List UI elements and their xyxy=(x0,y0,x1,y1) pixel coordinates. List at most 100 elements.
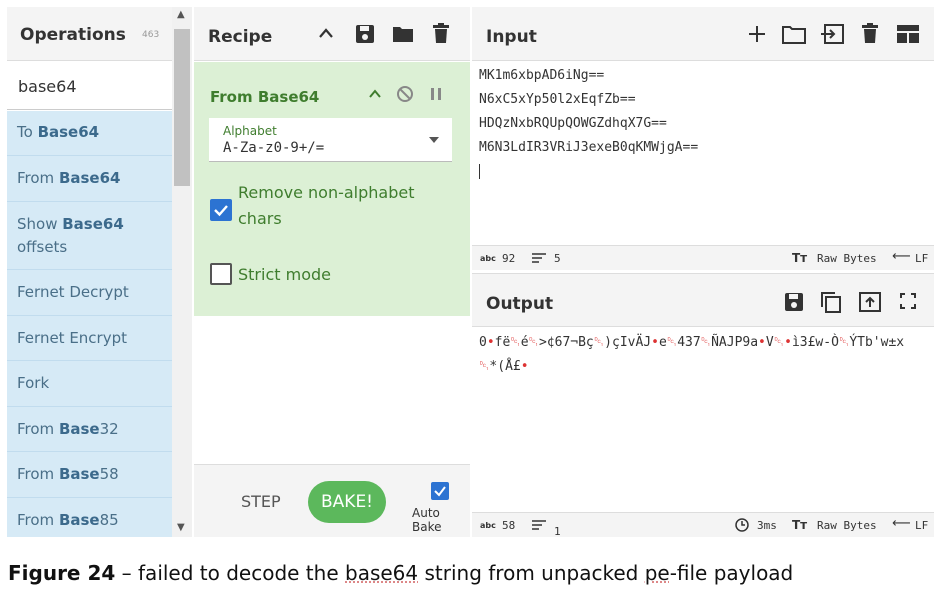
trash-icon[interactable] xyxy=(432,23,450,44)
alphabet-value: A-Za-z0-9+/= xyxy=(223,140,325,156)
open-folder-icon[interactable] xyxy=(782,25,806,44)
remove-non-alphabet-label-1: Remove non-alphabet xyxy=(238,183,415,202)
scroll-thumb[interactable] xyxy=(174,29,190,186)
recipe-panel: Recipe From Base64 Alphabet A-Za-z0-9+/=… xyxy=(194,7,470,537)
op-from-base85[interactable]: From Base85 xyxy=(7,498,172,537)
copy-output-icon[interactable] xyxy=(820,291,842,313)
auto-bake-label: Auto Bake xyxy=(412,506,442,534)
strict-mode-label: Strict mode xyxy=(238,265,331,284)
clear-input-icon[interactable] xyxy=(861,23,879,44)
alphabet-select[interactable]: Alphabet A-Za-z0-9+/= xyxy=(209,118,452,162)
op-label-bold: Base xyxy=(58,511,100,529)
dropdown-caret-icon xyxy=(429,137,439,143)
op-fernet-decrypt[interactable]: Fernet Decrypt xyxy=(7,270,172,316)
checkmark-icon xyxy=(214,205,228,217)
auto-bake-checkbox[interactable] xyxy=(431,482,449,500)
op-label: Fernet Decrypt xyxy=(17,283,129,301)
open-file-icon[interactable] xyxy=(820,24,844,44)
op-label-bold: Base64 xyxy=(58,169,121,187)
step-button[interactable]: STEP xyxy=(241,492,281,511)
lines-icon xyxy=(532,253,546,263)
output-line-2: ␑*(Å£• xyxy=(479,359,529,374)
io-panel: Input MK1m6xbpAD6iNg== N6xC5xYp50l2xEqfZ… xyxy=(472,7,934,538)
op-label: Fernet Encrypt xyxy=(17,329,128,347)
strict-mode-checkbox[interactable] xyxy=(210,263,232,285)
operations-scrollbar[interactable]: ▲ ▼ xyxy=(172,7,192,537)
remove-non-alphabet-checkbox[interactable] xyxy=(210,199,232,221)
op-show-base64-offsets[interactable]: Show Base64 offsets xyxy=(7,202,172,270)
operations-count: 463 xyxy=(142,30,160,40)
input-lines-count: 5 xyxy=(554,252,561,265)
op-fernet-encrypt[interactable]: Fernet Encrypt xyxy=(7,316,172,361)
op-label-suffix: 32 xyxy=(99,420,119,438)
input-length: 92 xyxy=(502,252,516,265)
save-icon[interactable] xyxy=(355,24,375,44)
reset-layout-icon[interactable] xyxy=(897,25,919,43)
replace-input-icon[interactable] xyxy=(859,292,881,312)
op-to-base64[interactable]: To Base64 xyxy=(7,111,172,156)
op-label-bold: Base xyxy=(58,420,100,438)
output-textarea[interactable]: 0•fë␑é␑>¢67¬Bç␑)çIvÄJ•e␑437␑ÑAJP9a•V␑•ì3… xyxy=(479,331,904,379)
recipe-footer: STEP BAKE! Auto Bake xyxy=(194,464,470,537)
pause-breakpoint-icon[interactable] xyxy=(429,86,443,102)
op-from-base64[interactable]: From Base64 xyxy=(7,156,172,202)
output-eol[interactable]: LF xyxy=(915,519,928,532)
scroll-down-icon[interactable]: ▼ xyxy=(177,522,185,533)
maximize-icon[interactable] xyxy=(900,293,916,309)
caption-dash: – xyxy=(121,561,132,585)
abc-icon: abc xyxy=(480,521,496,530)
bake-time: 3ms xyxy=(757,519,777,532)
eol-arrow-icon: ⟵ xyxy=(892,516,911,531)
recipe-title: Recipe xyxy=(208,27,273,47)
disable-operation-icon[interactable] xyxy=(396,85,414,103)
op-fork[interactable]: Fork xyxy=(7,361,172,407)
input-line: HDQzNxbRQUpQOWGZdhqX7G== xyxy=(479,116,667,131)
lines-icon xyxy=(532,520,546,530)
alphabet-label: Alphabet xyxy=(223,124,277,138)
input-encoding[interactable]: Raw Bytes xyxy=(817,252,877,265)
input-line: N6xC5xYp50l2xEqfZb== xyxy=(479,92,636,107)
save-output-icon[interactable] xyxy=(784,292,804,312)
op-label-line2: offsets xyxy=(17,238,68,256)
op-from-base32[interactable]: From Base32 xyxy=(7,407,172,452)
from-base64-operation-card: From Base64 Alphabet A-Za-z0-9+/= Remove… xyxy=(194,62,470,316)
op-label-suffix: 58 xyxy=(99,465,119,483)
operations-title: Operations xyxy=(20,25,126,45)
caption-text-e: -file payload xyxy=(669,561,794,585)
caption-text-a: failed to decode the xyxy=(138,561,345,585)
op-label-bold: Base xyxy=(58,465,100,483)
checkmark-icon xyxy=(434,486,446,497)
input-header: Input xyxy=(472,7,934,61)
scroll-up-icon[interactable]: ▲ xyxy=(177,9,185,20)
search-value: base64 xyxy=(18,77,77,96)
op-label: Fork xyxy=(17,374,50,392)
op-label: From xyxy=(17,465,59,483)
op-label: Show xyxy=(17,215,63,233)
op-from-base58[interactable]: From Base58 xyxy=(7,452,172,498)
input-eol[interactable]: LF xyxy=(915,252,928,265)
operations-header: Operations 463 xyxy=(7,7,172,61)
operations-search-input[interactable]: base64 xyxy=(7,62,172,110)
op-label: From xyxy=(17,420,59,438)
clock-icon xyxy=(735,518,749,532)
figure-number: Figure 24 xyxy=(8,561,116,585)
operations-panel: Operations 463 base64 To Base64 From Bas… xyxy=(7,7,192,537)
op-label: From xyxy=(17,169,59,187)
collapse-operation-icon[interactable] xyxy=(368,88,382,99)
remove-non-alphabet-label-2: chars xyxy=(238,209,282,228)
output-encoding[interactable]: Raw Bytes xyxy=(817,519,877,532)
op-label-bold: Base64 xyxy=(37,123,100,141)
folder-icon[interactable] xyxy=(392,25,414,43)
output-line-1: 0•fë␑é␑>¢67¬Bç␑)çIvÄJ•e␑437␑ÑAJP9a•V␑•ì3… xyxy=(479,335,905,350)
input-textarea[interactable]: MK1m6xbpAD6iNg== N6xC5xYp50l2xEqfZb== HD… xyxy=(479,64,698,184)
collapse-chevron-icon[interactable] xyxy=(318,27,334,39)
output-length: 58 xyxy=(502,519,516,532)
input-line: MK1m6xbpAD6iNg== xyxy=(479,68,605,83)
input-line: M6N3LdIR3VRiJ3exeB0qKMWjgA== xyxy=(479,140,699,155)
add-tab-icon[interactable] xyxy=(748,25,766,43)
caption-text-b: base64 xyxy=(345,561,419,585)
output-header: Output xyxy=(472,273,934,327)
bake-button[interactable]: BAKE! xyxy=(308,481,386,523)
output-title: Output xyxy=(486,294,554,314)
recipe-header: Recipe xyxy=(194,7,470,61)
